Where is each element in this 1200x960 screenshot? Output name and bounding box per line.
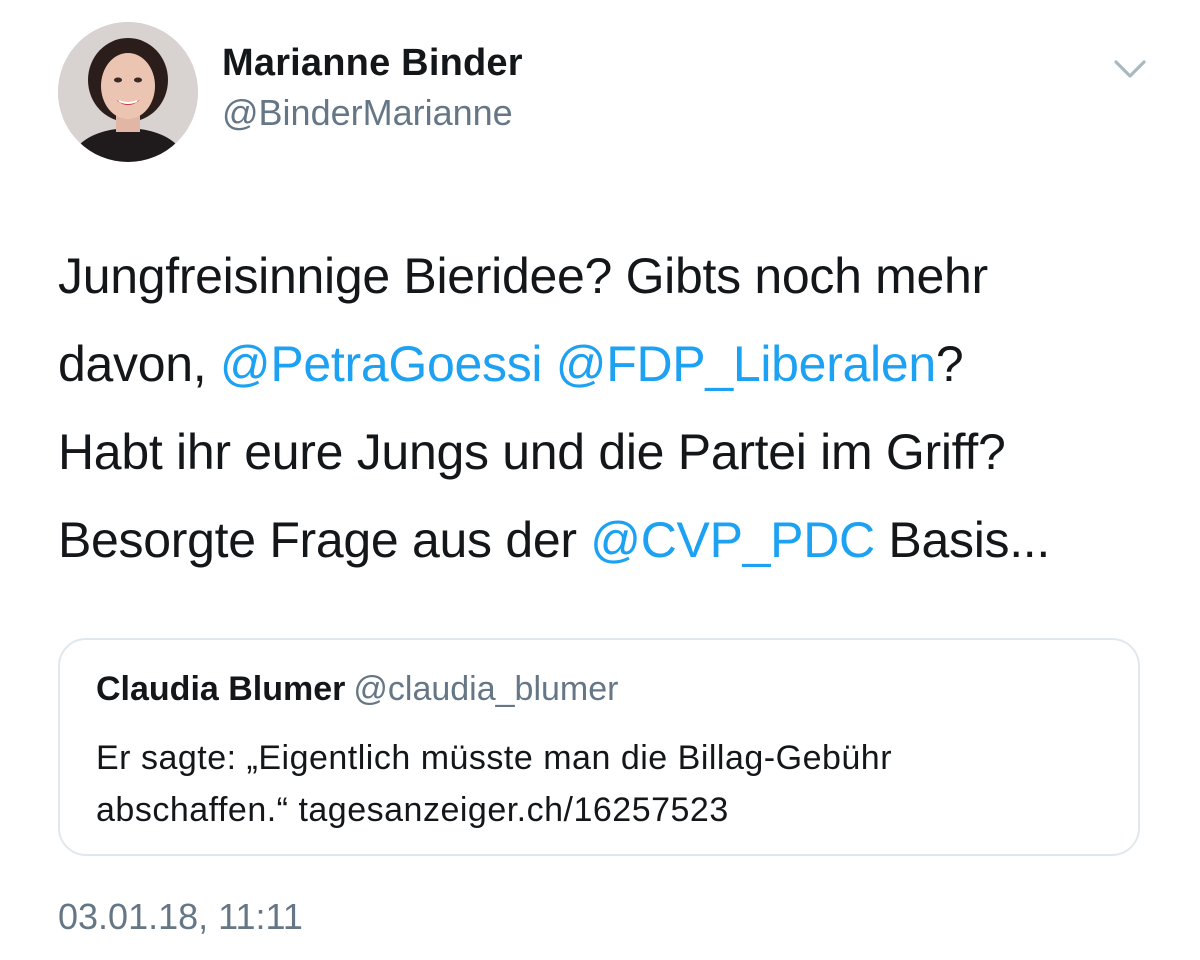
quoted-tweet-text: Er sagte: „Eigentlich müsste man die Bil… xyxy=(96,732,1106,836)
tweet: Marianne Binder @BinderMarianne Jungfrei… xyxy=(0,0,1200,960)
tweet-timestamp[interactable]: 03.01.18, 11:11 xyxy=(58,896,303,938)
quoted-tweet-card[interactable]: Claudia Blumer @claudia_blumer Er sagte: … xyxy=(58,638,1140,856)
tweet-text-segment: Jungfreisinnige Bieridee? Gibts noch meh… xyxy=(58,248,988,304)
tweet-text-segment: ? xyxy=(935,336,964,392)
tweet-text-line: Jungfreisinnige Bieridee? Gibts noch meh… xyxy=(58,232,1168,320)
author-handle[interactable]: @BinderMarianne xyxy=(222,92,513,134)
mention-link[interactable]: @PetraGoessi xyxy=(220,336,543,392)
tweet-text: Jungfreisinnige Bieridee? Gibts noch meh… xyxy=(58,232,1168,584)
mention-link[interactable]: @CVP_PDC xyxy=(590,512,875,568)
tweet-text-line: Besorgte Frage aus der @CVP_PDC Basis... xyxy=(58,496,1168,584)
mention-link[interactable]: @FDP_Liberalen xyxy=(556,336,936,392)
tweet-text-line: Habt ihr eure Jungs und die Partei im Gr… xyxy=(58,408,1168,496)
tweet-menu-button[interactable] xyxy=(1110,52,1150,86)
tweet-text-segment xyxy=(542,336,556,392)
quoted-author-name: Claudia Blumer xyxy=(96,670,346,708)
quoted-tweet-header: Claudia Blumer @claudia_blumer xyxy=(96,670,618,709)
chevron-down-icon xyxy=(1114,60,1146,78)
tweet-text-segment: Basis... xyxy=(874,512,1050,568)
tweet-text-segment: Habt ihr eure Jungs und die Partei im Gr… xyxy=(58,424,1006,480)
tweet-text-segment: davon, xyxy=(58,336,220,392)
quoted-tweet-line: abschaffen.“ tagesanzeiger.ch/16257523 xyxy=(96,791,729,829)
tweet-text-segment: Besorgte Frage aus der xyxy=(58,512,591,568)
quoted-tweet-line: Er sagte: „Eigentlich müsste man die Bil… xyxy=(96,739,893,777)
avatar-image xyxy=(58,22,198,162)
tweet-text-line: davon, @PetraGoessi @FDP_Liberalen? xyxy=(58,320,1168,408)
author-display-name[interactable]: Marianne Binder xyxy=(222,42,523,85)
quoted-author-handle: @claudia_blumer xyxy=(353,670,619,708)
avatar[interactable] xyxy=(58,22,198,162)
